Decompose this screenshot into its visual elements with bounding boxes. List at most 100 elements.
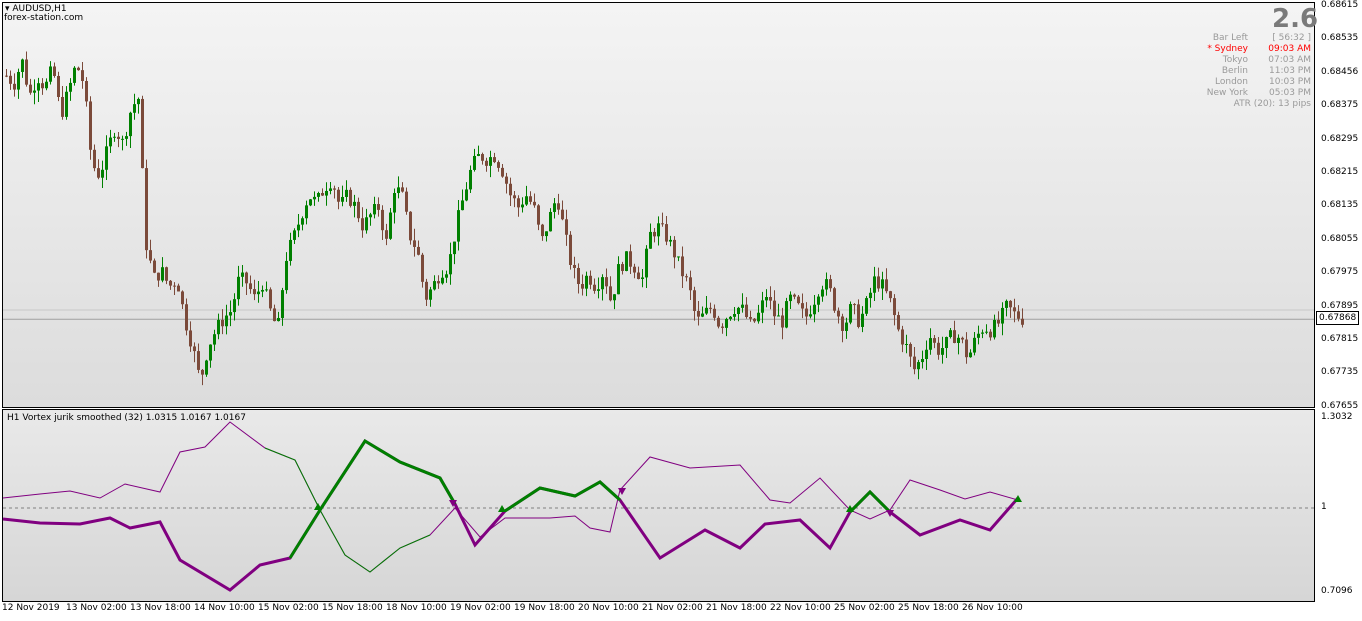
candle-body — [133, 104, 136, 113]
candle-body — [25, 59, 28, 85]
time-tick: 25 Nov 18:00 — [898, 603, 959, 613]
atr-text: ATR (20): 13 pips — [1233, 99, 1311, 109]
candle-body — [45, 81, 48, 89]
price-tick: 0.67895 — [1321, 300, 1359, 311]
candle-body — [829, 279, 832, 289]
candle-body — [197, 351, 200, 370]
candle-body — [529, 196, 532, 202]
candle-body — [261, 289, 264, 292]
candle-body — [117, 136, 120, 139]
candle-body — [249, 283, 252, 290]
candle-body — [641, 277, 644, 280]
candle-body — [621, 264, 624, 271]
candle-body — [613, 294, 616, 301]
candle-body — [405, 191, 408, 212]
candle-body — [369, 214, 372, 218]
candle-body — [861, 313, 864, 327]
candle-body — [893, 298, 896, 316]
candle-body — [33, 90, 36, 93]
candle-body — [593, 284, 596, 291]
candle-body — [869, 292, 872, 299]
candle-body — [397, 187, 400, 194]
candle-body — [833, 288, 836, 311]
time-tick: 19 Nov 02:00 — [450, 603, 511, 613]
candle-body — [533, 201, 536, 206]
candle-body — [129, 112, 132, 137]
candle-body — [21, 59, 24, 72]
candle-body — [389, 212, 392, 239]
time-tick: 19 Nov 18:00 — [514, 603, 575, 613]
indicator-tick: 1.3032 — [1321, 412, 1353, 422]
candle-body — [393, 193, 396, 213]
price-tick: 0.68055 — [1321, 233, 1359, 244]
time-tick: 25 Nov 02:00 — [834, 603, 895, 613]
candle-body — [177, 285, 180, 292]
candle-body — [5, 75, 8, 77]
candle-body — [693, 290, 696, 311]
candle-body — [721, 326, 724, 328]
candle-body — [237, 276, 240, 300]
candle-body — [257, 291, 260, 295]
candle-body — [885, 279, 888, 292]
time-tick: 21 Nov 18:00 — [706, 603, 767, 613]
candle-body — [753, 318, 756, 322]
candle-body — [209, 344, 212, 361]
candle-body — [165, 267, 168, 281]
candle-body — [145, 168, 148, 251]
time-tick: 13 Nov 02:00 — [66, 603, 127, 613]
candle-body — [309, 199, 312, 206]
candle-body — [737, 307, 740, 315]
candle-body — [453, 241, 456, 255]
candle-body — [353, 201, 356, 206]
price-tick: 0.67735 — [1321, 367, 1359, 378]
candle-body — [661, 223, 664, 225]
candle-body — [897, 315, 900, 330]
candle-body — [293, 230, 296, 240]
candle-body — [665, 224, 668, 242]
candle-body — [345, 189, 348, 197]
candle-body — [709, 307, 712, 309]
candle-body — [521, 204, 524, 208]
session-value: [ 56:32 ] — [1272, 33, 1311, 43]
indicator-tick: 0.7096 — [1321, 586, 1353, 596]
candle-body — [933, 338, 936, 343]
candle-body — [333, 188, 336, 190]
candle-body — [233, 299, 236, 313]
candle-body — [149, 250, 152, 261]
candle-body — [773, 300, 776, 317]
candle-body — [193, 346, 196, 352]
candle-body — [525, 196, 528, 205]
candle-body — [509, 183, 512, 196]
price-tick: 0.68295 — [1321, 133, 1359, 144]
candle-body — [205, 360, 208, 375]
session-name: Bar Left — [1212, 33, 1248, 43]
candle-body — [17, 71, 20, 90]
candle-body — [713, 308, 716, 318]
candle-body — [557, 203, 560, 210]
time-tick: 26 Nov 10:00 — [962, 603, 1023, 613]
candle-body — [645, 248, 648, 278]
candle-body — [409, 211, 412, 241]
candle-body — [137, 98, 140, 105]
candle-body — [217, 319, 220, 335]
vi-thick-line — [2, 438, 1020, 592]
candle-body — [41, 83, 44, 89]
candle-body — [681, 256, 684, 277]
candle-body — [477, 154, 480, 156]
candle-body — [937, 342, 940, 355]
indicator-tick: 1 — [1321, 502, 1327, 512]
candle-body — [221, 319, 224, 327]
candle-body — [585, 275, 588, 289]
candle-body — [65, 91, 68, 117]
candle-body — [993, 319, 996, 338]
candle-body — [969, 352, 972, 358]
candle-body — [349, 189, 352, 206]
candle-body — [929, 338, 932, 350]
candle-body — [881, 279, 884, 289]
time-tick: 14 Nov 10:00 — [194, 603, 255, 613]
candle-body — [73, 67, 76, 83]
candle-body — [437, 281, 440, 284]
candle-body — [977, 333, 980, 338]
candle-body — [85, 81, 88, 102]
candle-body — [357, 201, 360, 219]
